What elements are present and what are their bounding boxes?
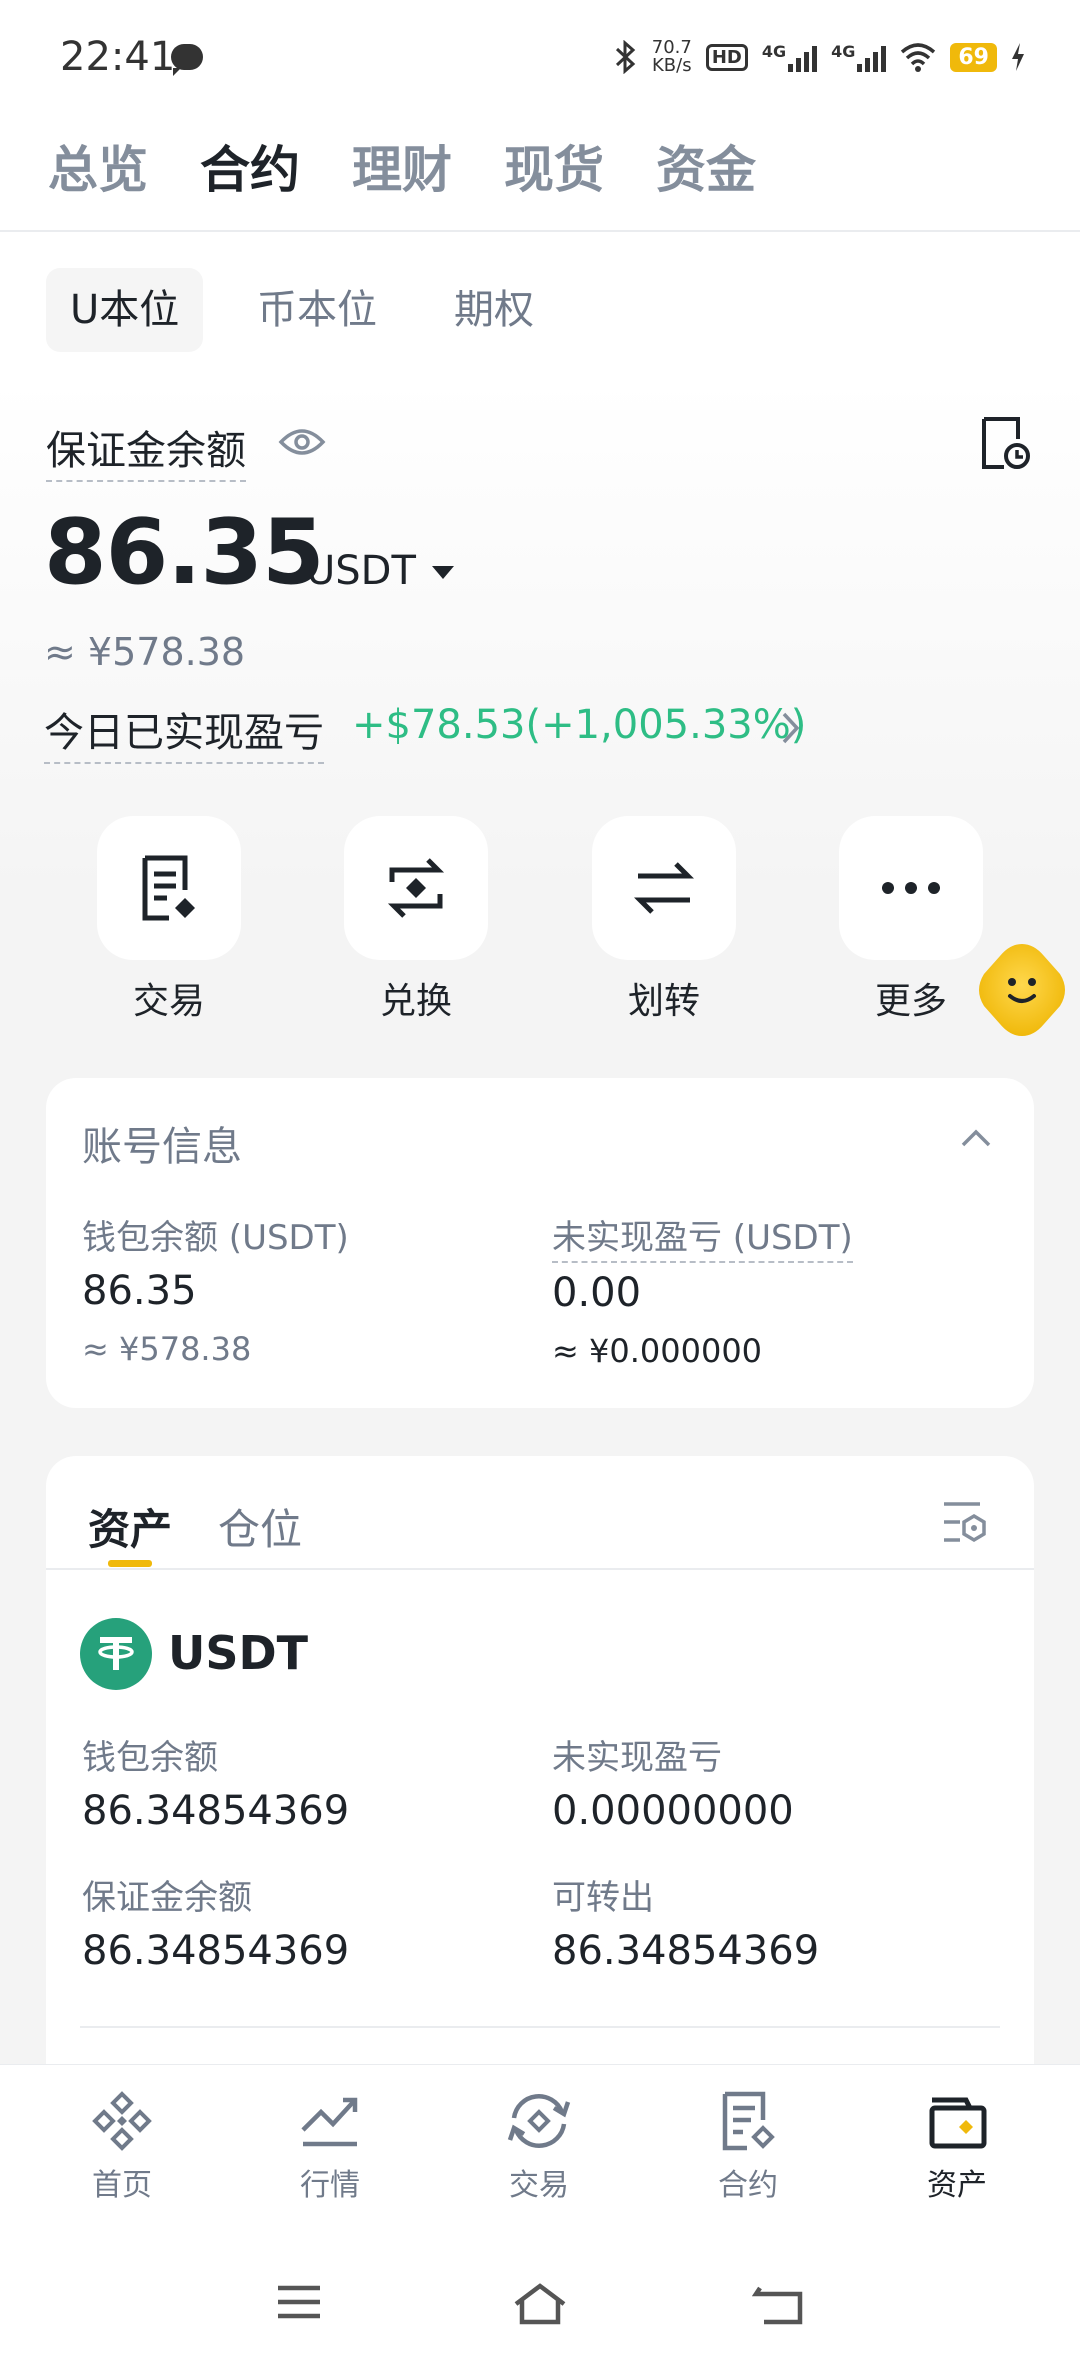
charging-icon	[1012, 43, 1024, 71]
divider	[46, 1568, 1034, 1570]
chevron-up-icon[interactable]	[960, 1128, 992, 1148]
usdt-coin-icon	[80, 1618, 152, 1690]
home-diamond-icon	[92, 2091, 152, 2151]
transferable-value: 86.34854369	[552, 1928, 820, 1974]
asset-wallet-balance-value: 86.34854369	[82, 1788, 350, 1834]
futures-doc-icon	[722, 2091, 775, 2151]
trade-button[interactable]	[97, 816, 241, 960]
coin-name: USDT	[168, 1626, 309, 1680]
asset-margin-balance-value: 86.34854369	[82, 1928, 350, 1974]
tab-futures[interactable]: 合约	[200, 130, 300, 202]
balance-unit-selector[interactable]: USDT	[306, 548, 416, 594]
convert-button[interactable]	[344, 816, 488, 960]
nav-markets[interactable]: 行情	[260, 2090, 400, 2204]
tab-earn[interactable]: 理财	[352, 130, 452, 202]
message-notification-icon	[171, 44, 203, 76]
transfer-button[interactable]	[592, 816, 736, 960]
back-icon[interactable]	[752, 2282, 806, 2326]
top-tabs: 总览 合约 理财 现货 资金	[48, 130, 756, 202]
filter-settings-icon[interactable]	[940, 1500, 988, 1544]
hd-badge: HD	[705, 43, 748, 71]
nav-home[interactable]: 首页	[52, 2090, 192, 2204]
asset-unrealized-pnl-value: 0.00000000	[552, 1788, 794, 1834]
status-time: 22:41	[60, 34, 176, 80]
wallet-balance-label: 钱包余额 (USDT)	[82, 1218, 349, 1258]
subtab-usdt-m[interactable]: U本位	[46, 268, 204, 352]
tab-spot[interactable]: 现货	[504, 130, 604, 202]
asset-wallet-balance-label: 钱包余额	[82, 1738, 218, 1778]
sim1-signal-icon: 4G	[762, 42, 818, 72]
tab-overview[interactable]: 总览	[48, 130, 148, 202]
assistant-mascot-icon[interactable]	[972, 940, 1072, 1040]
eye-icon[interactable]	[278, 424, 326, 460]
caret-down-icon[interactable]	[432, 566, 454, 579]
tab-positions[interactable]: 仓位	[218, 1496, 302, 1557]
transfer-icon	[634, 862, 694, 914]
todays-pnl-value[interactable]: +$78.53(+1,005.33%)	[352, 702, 806, 748]
nav-futures[interactable]: 合约	[678, 2090, 818, 2204]
subtab-options[interactable]: 期权	[430, 268, 558, 352]
active-tab-indicator	[108, 1560, 152, 1567]
tether-icon	[98, 1637, 134, 1670]
menu-icon[interactable]	[274, 2282, 324, 2322]
margin-balance-amount: 86.35	[44, 500, 325, 605]
market-chart-icon	[301, 2097, 358, 2147]
wallet-balance-value: 86.35	[82, 1268, 197, 1314]
tab-assets[interactable]: 资产	[88, 1496, 172, 1557]
network-speed: 70.7 KB/s	[651, 37, 692, 76]
convert-icon	[387, 858, 445, 918]
asset-margin-balance-label: 保证金余额	[82, 1878, 252, 1918]
nav-trade[interactable]: 交易	[469, 2090, 609, 2204]
unrealized-pnl-value: 0.00	[552, 1270, 642, 1316]
subtab-coin-m[interactable]: 币本位	[233, 268, 401, 352]
history-record-icon[interactable]	[980, 415, 1032, 471]
tab-funding[interactable]: 资金	[656, 130, 756, 202]
wifi-icon	[901, 43, 936, 72]
unrealized-pnl-cny: ≈ ¥0.000000	[552, 1332, 763, 1370]
trade-doc-icon	[142, 855, 195, 921]
more-button[interactable]	[839, 816, 983, 960]
unrealized-pnl-label[interactable]: 未实现盈亏 (USDT)	[552, 1210, 853, 1263]
approx-cny-value: ≈ ¥578.38	[44, 630, 246, 674]
bluetooth-icon	[615, 40, 635, 74]
trade-label: 交易	[132, 981, 205, 1022]
nav-assets[interactable]: 资产	[887, 2090, 1027, 2204]
transferable-label: 可转出	[552, 1878, 654, 1918]
convert-label: 兑换	[379, 981, 452, 1022]
home-icon[interactable]	[510, 2282, 570, 2326]
more-icon	[882, 882, 940, 894]
wallet-balance-cny: ≈ ¥578.38	[82, 1330, 252, 1368]
divider	[80, 2026, 1000, 2028]
divider	[0, 230, 1080, 232]
wallet-icon	[929, 2097, 987, 2149]
battery-indicator: 69	[950, 42, 997, 72]
sim2-signal-icon: 4G	[831, 42, 887, 72]
margin-balance-label[interactable]: 保证金余额	[46, 418, 246, 482]
status-icons: 70.7 KB/s HD 4G 4G 69	[614, 32, 1025, 82]
todays-pnl-label[interactable]: 今日已实现盈亏	[44, 700, 324, 764]
chevron-right-icon[interactable]	[780, 710, 802, 746]
asset-unrealized-pnl-label: 未实现盈亏	[552, 1738, 722, 1778]
trade-swap-icon	[507, 2094, 571, 2148]
account-info-title: 账号信息	[82, 1124, 242, 1170]
transfer-label: 划转	[627, 981, 700, 1022]
